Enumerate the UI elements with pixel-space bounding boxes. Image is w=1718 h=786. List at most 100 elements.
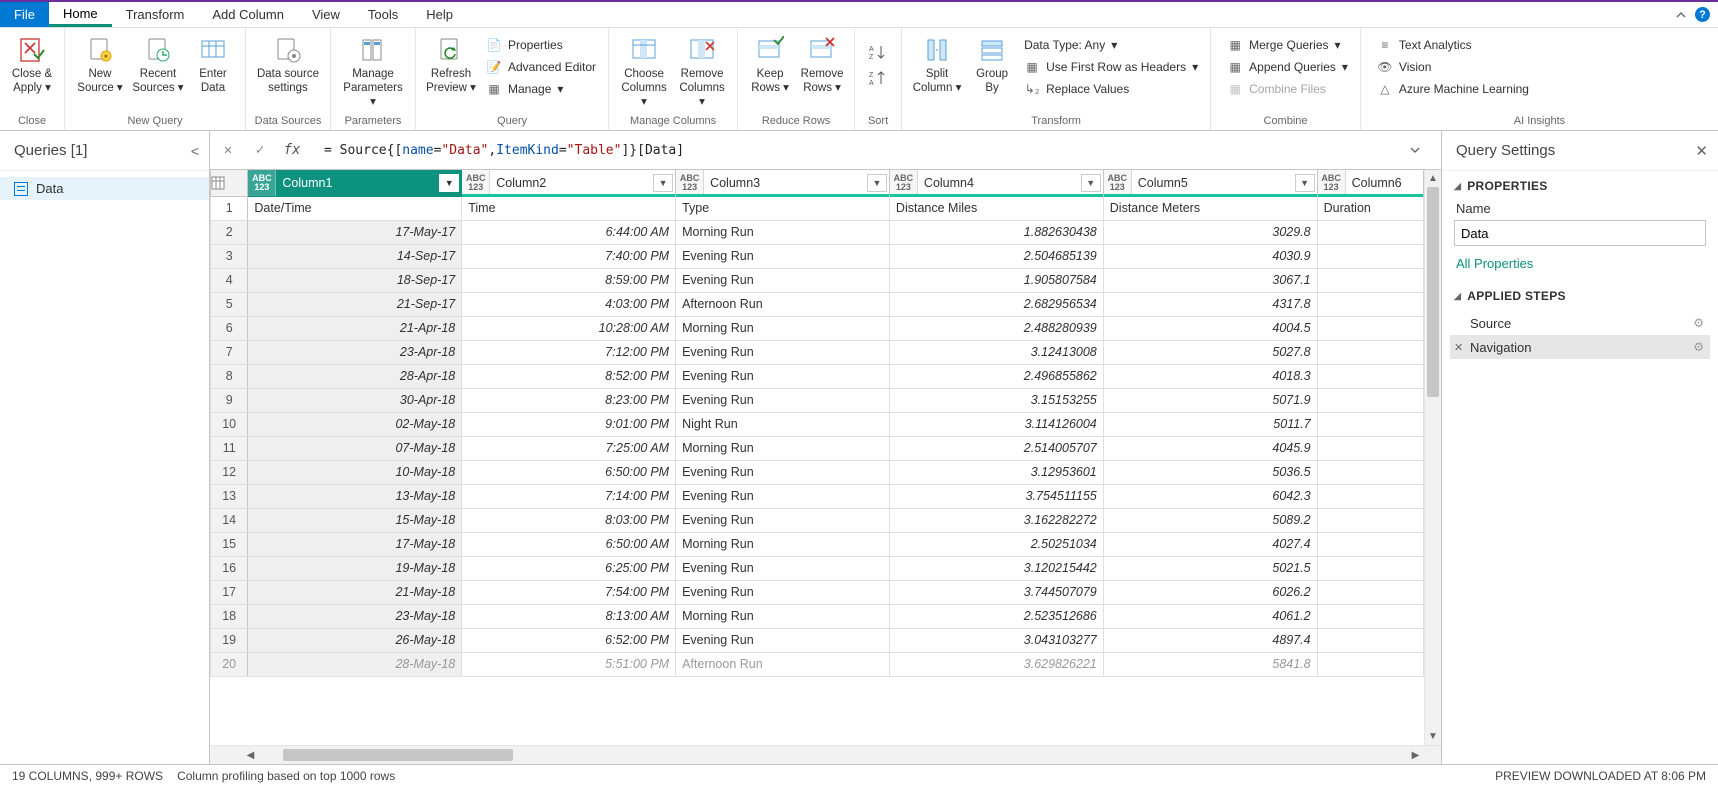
enter-data-button[interactable]: Enter Data: [187, 32, 239, 96]
column-header-1[interactable]: ABC123 Column1 ▼: [248, 170, 462, 196]
cell[interactable]: Distance Meters: [1103, 196, 1317, 220]
cell[interactable]: Morning Run: [676, 604, 890, 628]
text-analytics-button[interactable]: ≡Text Analytics: [1371, 34, 1535, 56]
cell[interactable]: [1317, 412, 1423, 436]
table-row[interactable]: 418-Sep-178:59:00 PMEvening Run1.9058075…: [211, 268, 1424, 292]
cell[interactable]: 8:52:00 PM: [462, 364, 676, 388]
table-row[interactable]: 1107-May-187:25:00 AMMorning Run2.514005…: [211, 436, 1424, 460]
cell[interactable]: Night Run: [676, 412, 890, 436]
gear-icon[interactable]: ⚙: [1693, 316, 1704, 330]
cell[interactable]: 9:01:00 PM: [462, 412, 676, 436]
cell[interactable]: 5071.9: [1103, 388, 1317, 412]
menu-tools[interactable]: Tools: [354, 2, 412, 27]
cell[interactable]: Time: [462, 196, 676, 220]
menu-home[interactable]: Home: [49, 2, 112, 27]
manage-button[interactable]: ▦Manage ▾: [480, 78, 602, 100]
menu-view[interactable]: View: [298, 2, 354, 27]
cell[interactable]: [1317, 220, 1423, 244]
cell[interactable]: [1317, 460, 1423, 484]
cell[interactable]: 17-May-17: [248, 220, 462, 244]
cell[interactable]: 6:50:00 PM: [462, 460, 676, 484]
column-filter-icon[interactable]: ▼: [1295, 174, 1315, 192]
cell[interactable]: Distance Miles: [889, 196, 1103, 220]
cell[interactable]: 2.50251034: [889, 532, 1103, 556]
cell[interactable]: 4:03:00 PM: [462, 292, 676, 316]
cell[interactable]: [1317, 364, 1423, 388]
cell[interactable]: 3.120215442: [889, 556, 1103, 580]
cell[interactable]: Evening Run: [676, 460, 890, 484]
vision-button[interactable]: 👁Vision: [1371, 56, 1535, 78]
cell[interactable]: 6:52:00 PM: [462, 628, 676, 652]
menu-transform[interactable]: Transform: [112, 2, 199, 27]
cell[interactable]: 5:51:00 PM: [462, 652, 676, 676]
gear-icon[interactable]: ⚙: [1693, 340, 1704, 354]
menu-add-column[interactable]: Add Column: [198, 2, 298, 27]
cell[interactable]: 6026.2: [1103, 580, 1317, 604]
cell[interactable]: [1317, 556, 1423, 580]
cell[interactable]: 23-Apr-18: [248, 340, 462, 364]
row-number[interactable]: 11: [211, 436, 248, 460]
row-number[interactable]: 20: [211, 652, 248, 676]
row-number[interactable]: 3: [211, 244, 248, 268]
cell[interactable]: [1317, 484, 1423, 508]
cell[interactable]: 15-May-18: [248, 508, 462, 532]
cell[interactable]: 10-May-18: [248, 460, 462, 484]
scroll-left-icon[interactable]: ◀: [242, 746, 259, 764]
collapse-icon[interactable]: ◢: [1454, 181, 1461, 192]
row-number[interactable]: 9: [211, 388, 248, 412]
cell[interactable]: 3.15153255: [889, 388, 1103, 412]
cell[interactable]: Morning Run: [676, 316, 890, 340]
cell[interactable]: 4317.8: [1103, 292, 1317, 316]
cell[interactable]: Evening Run: [676, 340, 890, 364]
cell[interactable]: 7:14:00 PM: [462, 484, 676, 508]
cell[interactable]: [1317, 508, 1423, 532]
row-number[interactable]: 10: [211, 412, 248, 436]
table-row[interactable]: 1517-May-186:50:00 AMMorning Run2.502510…: [211, 532, 1424, 556]
applied-step-source[interactable]: ✕ Source ⚙: [1450, 311, 1710, 335]
cell[interactable]: Evening Run: [676, 364, 890, 388]
cell[interactable]: 8:13:00 AM: [462, 604, 676, 628]
menu-file[interactable]: File: [0, 2, 49, 27]
cell[interactable]: [1317, 580, 1423, 604]
cell[interactable]: 21-Sep-17: [248, 292, 462, 316]
table-row[interactable]: 217-May-176:44:00 AMMorning Run1.8826304…: [211, 220, 1424, 244]
column-filter-icon[interactable]: ▼: [867, 174, 887, 192]
table-row[interactable]: 621-Apr-1810:28:00 AMMorning Run2.488280…: [211, 316, 1424, 340]
cell[interactable]: 4061.2: [1103, 604, 1317, 628]
cell[interactable]: Morning Run: [676, 436, 890, 460]
cell[interactable]: [1317, 436, 1423, 460]
row-number[interactable]: 15: [211, 532, 248, 556]
cell[interactable]: 2.496855862: [889, 364, 1103, 388]
row-number[interactable]: 7: [211, 340, 248, 364]
cell[interactable]: Morning Run: [676, 532, 890, 556]
horizontal-scrollbar[interactable]: ◀ ▶: [210, 745, 1441, 764]
cell[interactable]: 7:25:00 AM: [462, 436, 676, 460]
cell[interactable]: 5036.5: [1103, 460, 1317, 484]
refresh-preview-button[interactable]: Refresh Preview ▾: [422, 32, 480, 96]
cell[interactable]: 30-Apr-18: [248, 388, 462, 412]
cell[interactable]: 5027.8: [1103, 340, 1317, 364]
cell[interactable]: 2.682956534: [889, 292, 1103, 316]
row-number[interactable]: 19: [211, 628, 248, 652]
cell[interactable]: 4030.9: [1103, 244, 1317, 268]
azure-ml-button[interactable]: △Azure Machine Learning: [1371, 78, 1535, 100]
row-number[interactable]: 12: [211, 460, 248, 484]
cell[interactable]: 3.162282272: [889, 508, 1103, 532]
menu-help[interactable]: Help: [412, 2, 467, 27]
datatype-icon[interactable]: ABC123: [248, 170, 276, 196]
table-row[interactable]: 1313-May-187:14:00 PMEvening Run3.754511…: [211, 484, 1424, 508]
formula-expand-icon[interactable]: [1409, 144, 1433, 156]
cell[interactable]: 7:54:00 PM: [462, 580, 676, 604]
cell[interactable]: Evening Run: [676, 508, 890, 532]
cell[interactable]: 8:23:00 PM: [462, 388, 676, 412]
choose-columns-button[interactable]: Choose Columns ▾: [615, 32, 673, 109]
cell[interactable]: 7:40:00 PM: [462, 244, 676, 268]
cell[interactable]: Evening Run: [676, 268, 890, 292]
cell[interactable]: 6042.3: [1103, 484, 1317, 508]
formula-cancel-icon[interactable]: ✕: [214, 136, 242, 164]
table-row[interactable]: 1Date/TimeTimeTypeDistance MilesDistance…: [211, 196, 1424, 220]
close-apply-button[interactable]: Close & Apply ▾: [6, 32, 58, 96]
cell[interactable]: 4018.3: [1103, 364, 1317, 388]
cell[interactable]: Date/Time: [248, 196, 462, 220]
append-queries-button[interactable]: ▦Append Queries ▾: [1221, 56, 1354, 78]
